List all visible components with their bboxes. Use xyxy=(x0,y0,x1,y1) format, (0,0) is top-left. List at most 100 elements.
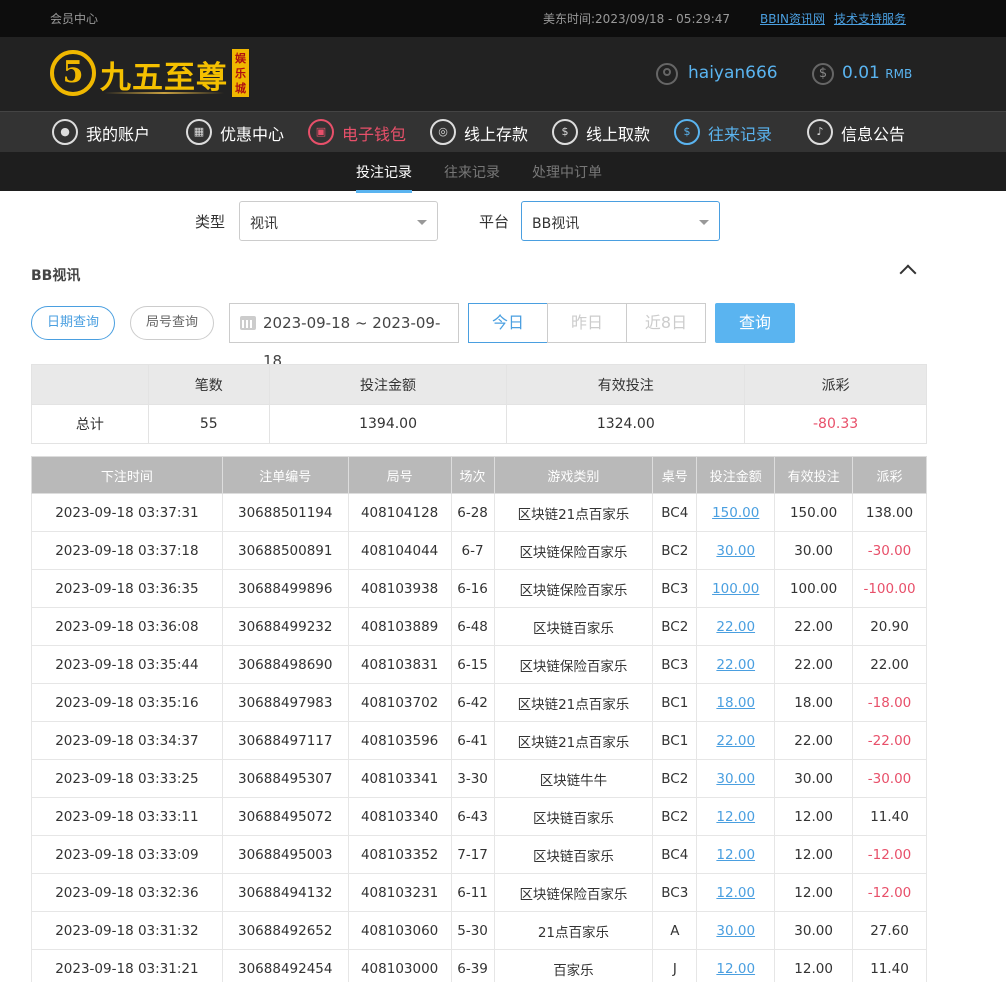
cell-bet-time: 2023-09-18 03:32:36 xyxy=(31,873,223,912)
cell-bet-time: 2023-09-18 03:31:32 xyxy=(31,911,223,950)
chevron-down-icon xyxy=(699,220,709,225)
cell-bet-amount[interactable]: 22.00 xyxy=(696,645,776,684)
cell-order-no: 30688499896 xyxy=(221,569,349,608)
date-query-button[interactable]: 日期查询 xyxy=(31,306,115,340)
cell-bet-time: 2023-09-18 03:33:09 xyxy=(31,835,223,874)
cell-bet-amount[interactable]: 12.00 xyxy=(696,873,776,912)
user-icon: ● xyxy=(52,119,78,145)
header-payout: 派彩 xyxy=(852,456,927,494)
cell-bet-time: 2023-09-18 03:31:21 xyxy=(31,949,223,982)
cell-session: 6-42 xyxy=(450,683,495,722)
cell-game-type: 21点百家乐 xyxy=(493,911,654,950)
records-body: 2023-09-18 03:37:31 30688501194 408104128 6… xyxy=(31,493,927,982)
cell-bet-time: 2023-09-18 03:37:18 xyxy=(31,531,223,570)
cell-bet-amount[interactable]: 150.00 xyxy=(696,493,776,532)
cell-payout: 27.60 xyxy=(852,911,927,950)
cell-bet-amount[interactable]: 12.00 xyxy=(696,949,776,982)
cell-valid-bet: 22.00 xyxy=(774,607,854,646)
cell-game-type: 区块链21点百家乐 xyxy=(493,721,654,760)
cell-payout: -18.00 xyxy=(852,683,927,722)
logo[interactable]: 5 九五至尊 娱乐城 xyxy=(50,46,255,102)
main-nav: ● 我的账户 ▦ 优惠中心 ▣ 电子钱包 ◎ 线上存款 $ 线上取款 $ 往来记录 ♪ 信息公… xyxy=(0,111,1006,152)
tech-support-link[interactable]: 技术支持服务 xyxy=(834,10,906,27)
top-bar: 会员中心 美东时间:2023/09/18 - 05:29:47 BBIN资讯网 … xyxy=(0,0,1006,37)
logo-circle: 5 xyxy=(50,50,96,96)
username: haiyan666 xyxy=(688,63,778,83)
cell-round-no: 408103702 xyxy=(347,683,452,722)
cell-round-no: 408103938 xyxy=(347,569,452,608)
table-row: 2023-09-18 03:33:09 30688495003 408103352 7… xyxy=(31,835,927,874)
today-button[interactable]: 今日 xyxy=(468,303,548,343)
cell-session: 6-15 xyxy=(450,645,495,684)
cell-bet-amount[interactable]: 30.00 xyxy=(696,759,776,798)
cell-payout: -12.00 xyxy=(852,835,927,874)
cell-session: 6-28 xyxy=(450,493,495,532)
cell-bet-time: 2023-09-18 03:36:35 xyxy=(31,569,223,608)
cell-bet-amount[interactable]: 100.00 xyxy=(696,569,776,608)
cell-payout: 11.40 xyxy=(852,949,927,982)
cell-bet-amount[interactable]: 30.00 xyxy=(696,531,776,570)
table-row: 2023-09-18 03:31:21 30688492454 408103000 6… xyxy=(31,949,927,982)
records-icon: $ xyxy=(674,119,700,145)
cell-order-no: 30688495003 xyxy=(221,835,349,874)
cell-bet-amount[interactable]: 30.00 xyxy=(696,911,776,950)
cell-game-type: 区块链百家乐 xyxy=(493,797,654,836)
cell-bet-amount[interactable]: 22.00 xyxy=(696,607,776,646)
cell-order-no: 30688500891 xyxy=(221,531,349,570)
query-button[interactable]: 查询 xyxy=(715,303,795,343)
nav-label: 电子钱包 xyxy=(342,125,407,144)
member-center-label[interactable]: 会员中心 xyxy=(50,10,98,27)
date-range-input[interactable]: 2023-09-18 ~ 2023-09-18 xyxy=(229,303,459,370)
cell-valid-bet: 12.00 xyxy=(774,873,854,912)
nav-label: 往来记录 xyxy=(708,125,773,144)
tab-bet-records[interactable]: 投注记录 xyxy=(356,162,412,193)
tab-transactions[interactable]: 往来记录 xyxy=(444,162,500,182)
cell-session: 7-17 xyxy=(450,835,495,874)
cell-table-no: BC1 xyxy=(652,721,698,760)
bbin-info-link[interactable]: BBIN资讯网 xyxy=(760,10,825,27)
round-query-button[interactable]: 局号查询 xyxy=(130,306,214,340)
platform-select[interactable]: BB视讯 xyxy=(521,201,720,241)
cell-bet-amount[interactable]: 12.00 xyxy=(696,835,776,874)
cell-session: 6-11 xyxy=(450,873,495,912)
type-label: 类型 xyxy=(195,213,226,231)
cell-table-no: BC1 xyxy=(652,683,698,722)
header-game-type: 游戏类别 xyxy=(493,456,654,494)
header-bet-time: 下注时间 xyxy=(31,456,223,494)
last-8-days-button[interactable]: 近8日 xyxy=(626,303,706,343)
table-row: 2023-09-18 03:37:18 30688500891 408104044 6… xyxy=(31,531,927,570)
user-icon xyxy=(656,63,678,85)
cell-bet-amount[interactable]: 18.00 xyxy=(696,683,776,722)
calendar-icon xyxy=(240,316,256,330)
cell-payout: -22.00 xyxy=(852,721,927,760)
cell-valid-bet: 12.00 xyxy=(774,797,854,836)
gift-icon: ▦ xyxy=(186,119,212,145)
wallet-icon: ▣ xyxy=(308,119,334,145)
table-row: 2023-09-18 03:35:44 30688498690 408103831 6… xyxy=(31,645,927,684)
cell-valid-bet: 18.00 xyxy=(774,683,854,722)
cell-table-no: J xyxy=(652,949,698,982)
cell-payout: -12.00 xyxy=(852,873,927,912)
cell-order-no: 30688501194 xyxy=(221,493,349,532)
cell-table-no: BC4 xyxy=(652,835,698,874)
eastern-time: 美东时间:2023/09/18 - 05:29:47 xyxy=(543,10,730,27)
type-select[interactable]: 视讯 xyxy=(239,201,438,241)
sub-tabs: 投注记录 往来记录 处理中订单 xyxy=(0,152,1006,193)
cell-bet-time: 2023-09-18 03:35:16 xyxy=(31,683,223,722)
summary-total-label: 总计 xyxy=(31,404,149,444)
cell-order-no: 30688492454 xyxy=(221,949,349,982)
yesterday-button[interactable]: 昨日 xyxy=(547,303,627,343)
cell-round-no: 408103060 xyxy=(347,911,452,950)
tab-pending-orders[interactable]: 处理中订单 xyxy=(532,162,602,182)
cell-bet-time: 2023-09-18 03:34:37 xyxy=(31,721,223,760)
cell-bet-amount[interactable]: 12.00 xyxy=(696,797,776,836)
cell-table-no: BC2 xyxy=(652,607,698,646)
summary-header-count: 笔数 xyxy=(147,364,270,405)
cell-bet-amount[interactable]: 22.00 xyxy=(696,721,776,760)
chevron-up-icon[interactable] xyxy=(899,264,917,282)
header-session: 场次 xyxy=(450,456,495,494)
cell-valid-bet: 150.00 xyxy=(774,493,854,532)
nav-label: 线上取款 xyxy=(586,125,651,144)
records-table: 下注时间 注单编号 局号 场次 游戏类别 桌号 投注金额 有效投注 派彩 202… xyxy=(31,456,927,982)
cell-order-no: 30688497983 xyxy=(221,683,349,722)
